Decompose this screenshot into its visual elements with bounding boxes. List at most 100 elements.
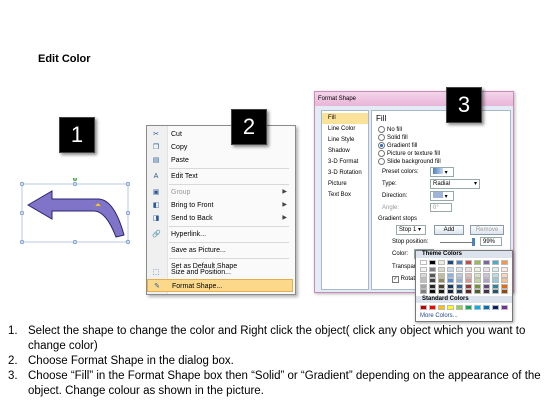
theme-shade-swatch[interactable] xyxy=(465,289,472,294)
theme-shade-swatch[interactable] xyxy=(420,283,427,289)
theme-color-swatch[interactable] xyxy=(420,260,427,265)
theme-shade-swatch[interactable] xyxy=(420,278,427,283)
radio-button[interactable] xyxy=(378,142,385,149)
resize-handle[interactable] xyxy=(72,181,78,187)
type-dropdown[interactable]: Radial ▾ xyxy=(430,179,480,189)
stop-dropdown[interactable]: Stop 1 ▾ xyxy=(396,225,426,235)
standard-color-swatch[interactable] xyxy=(492,305,499,310)
theme-color-swatch[interactable] xyxy=(438,260,445,265)
radio-button[interactable] xyxy=(378,126,385,133)
standard-color-swatch[interactable] xyxy=(483,305,490,310)
radio-picture-fill[interactable]: Picture or texture fill xyxy=(378,150,440,158)
rotate-handle[interactable] xyxy=(72,178,78,182)
resize-handle[interactable] xyxy=(19,210,25,216)
theme-shade-swatch[interactable] xyxy=(492,272,499,278)
theme-shade-swatch[interactable] xyxy=(420,289,427,294)
radio-solid-fill[interactable]: Solid fill xyxy=(378,134,408,142)
theme-shade-swatch[interactable] xyxy=(429,289,436,294)
theme-shade-swatch[interactable] xyxy=(501,272,508,278)
standard-color-swatch[interactable] xyxy=(456,305,463,310)
theme-shade-swatch[interactable] xyxy=(438,278,445,283)
theme-shade-swatch[interactable] xyxy=(456,272,463,278)
theme-shade-swatch[interactable] xyxy=(447,272,454,278)
theme-shade-swatch[interactable] xyxy=(483,289,490,294)
resize-handle[interactable] xyxy=(125,181,131,187)
theme-shade-swatch[interactable] xyxy=(456,278,463,283)
radio-button[interactable] xyxy=(378,158,385,165)
theme-shade-swatch[interactable] xyxy=(492,289,499,294)
theme-shade-swatch[interactable] xyxy=(474,289,481,294)
theme-shade-swatch[interactable] xyxy=(483,267,490,272)
menu-item-send-to-back[interactable]: ◨ Send to Back ▶ xyxy=(147,212,293,225)
resize-handle[interactable] xyxy=(72,239,78,245)
sidebar-item-text-box[interactable]: Text Box xyxy=(322,190,368,201)
menu-item-size-and-position[interactable]: ⬚ Size and Position... xyxy=(147,266,293,279)
radio-button[interactable] xyxy=(378,134,385,141)
arrow-shape[interactable] xyxy=(14,178,138,248)
sidebar-item-3d-rotation[interactable]: 3-D Rotation xyxy=(322,168,368,179)
theme-shade-swatch[interactable] xyxy=(483,278,490,283)
theme-shade-swatch[interactable] xyxy=(501,267,508,272)
menu-item-cut[interactable]: ✂ Cut xyxy=(147,128,293,141)
theme-shade-swatch[interactable] xyxy=(456,283,463,289)
theme-color-swatch[interactable] xyxy=(501,260,508,265)
menu-item-paste[interactable]: ▤ Paste xyxy=(147,154,293,167)
theme-color-swatch[interactable] xyxy=(492,260,499,265)
slider-thumb[interactable] xyxy=(472,238,475,246)
theme-shade-swatch[interactable] xyxy=(492,278,499,283)
standard-color-swatch[interactable] xyxy=(420,305,427,310)
theme-shade-swatch[interactable] xyxy=(438,283,445,289)
sidebar-item-3d-format[interactable]: 3-D Format xyxy=(322,157,368,168)
theme-shade-swatch[interactable] xyxy=(501,278,508,283)
resize-handle[interactable] xyxy=(19,181,25,187)
theme-shade-swatch[interactable] xyxy=(474,278,481,283)
resize-handle[interactable] xyxy=(125,210,131,216)
menu-item-edit-text[interactable]: A Edit Text xyxy=(147,170,293,183)
theme-color-swatch[interactable] xyxy=(474,260,481,265)
theme-shade-swatch[interactable] xyxy=(429,278,436,283)
theme-shade-swatch[interactable] xyxy=(438,289,445,294)
theme-shade-swatch[interactable] xyxy=(420,267,427,272)
menu-item-hyperlink[interactable]: 🔗 Hyperlink... xyxy=(147,228,293,241)
standard-color-swatch[interactable] xyxy=(474,305,481,310)
add-stop-button[interactable]: Add xyxy=(434,225,464,235)
angle-input[interactable]: 0° xyxy=(430,203,452,212)
theme-color-swatch[interactable] xyxy=(429,260,436,265)
stop-position-slider[interactable] xyxy=(440,242,474,243)
direction-dropdown[interactable]: ▾ xyxy=(430,191,454,201)
theme-shade-swatch[interactable] xyxy=(483,283,490,289)
theme-shade-swatch[interactable] xyxy=(456,267,463,272)
radio-button[interactable] xyxy=(378,150,385,157)
theme-color-swatch[interactable] xyxy=(447,260,454,265)
theme-shade-swatch[interactable] xyxy=(492,267,499,272)
theme-shade-swatch[interactable] xyxy=(465,278,472,283)
menu-item-format-shape[interactable]: ✎ Format Shape... xyxy=(147,279,293,292)
theme-shade-swatch[interactable] xyxy=(492,283,499,289)
standard-color-swatch[interactable] xyxy=(447,305,454,310)
theme-shade-swatch[interactable] xyxy=(474,272,481,278)
resize-handle[interactable] xyxy=(125,239,131,245)
radio-no-fill[interactable]: No fill xyxy=(378,126,402,134)
checkbox[interactable]: ✓ xyxy=(392,276,399,283)
menu-item-bring-to-front[interactable]: ◧ Bring to Front ▶ xyxy=(147,199,293,212)
sidebar-item-shadow[interactable]: Shadow xyxy=(322,146,368,157)
theme-shade-swatch[interactable] xyxy=(447,283,454,289)
theme-shade-swatch[interactable] xyxy=(474,283,481,289)
theme-shade-swatch[interactable] xyxy=(447,267,454,272)
preset-colors-dropdown[interactable]: ▾ xyxy=(430,167,454,177)
radio-slide-background-fill[interactable]: Slide background fill xyxy=(378,158,441,166)
menu-item-copy[interactable]: ❐ Copy xyxy=(147,141,293,154)
theme-shade-swatch[interactable] xyxy=(474,267,481,272)
standard-color-swatch[interactable] xyxy=(438,305,445,310)
theme-shade-swatch[interactable] xyxy=(465,267,472,272)
theme-shade-swatch[interactable] xyxy=(501,289,508,294)
menu-item-save-as-picture[interactable]: Save as Picture... xyxy=(147,244,293,257)
sidebar-item-line-style[interactable]: Line Style xyxy=(322,135,368,146)
curved-arrow[interactable] xyxy=(27,190,125,238)
standard-color-swatch[interactable] xyxy=(501,305,508,310)
theme-color-swatch[interactable] xyxy=(465,260,472,265)
theme-shade-swatch[interactable] xyxy=(438,267,445,272)
theme-color-swatch[interactable] xyxy=(456,260,463,265)
theme-shade-swatch[interactable] xyxy=(465,272,472,278)
theme-color-swatch[interactable] xyxy=(483,260,490,265)
